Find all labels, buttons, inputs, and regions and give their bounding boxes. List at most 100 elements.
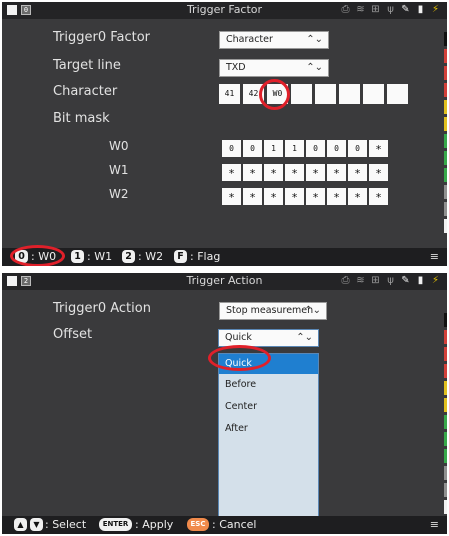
- offset-dropdown-list: Quick Before Center After: [218, 353, 319, 524]
- highlight-ring: [259, 79, 290, 110]
- sidebar-color-marker: [444, 134, 447, 148]
- bit-mask-label: Bit mask: [53, 111, 110, 126]
- bit-cell[interactable]: *: [264, 188, 283, 205]
- action-select[interactable]: Stop measuremen ⌃⌄: [219, 302, 327, 320]
- usb-icon: ψ: [387, 4, 394, 15]
- trigger-action-screen: 2 Trigger Action ⎙ ≋ ⊞ ψ ✎ ▮ ⚡ Trigger0 …: [2, 273, 447, 534]
- network-icon: ⊞: [371, 275, 380, 286]
- character-cell[interactable]: [363, 84, 384, 104]
- select-hint: : Select: [45, 518, 87, 531]
- sidebar-color-marker: [444, 381, 447, 395]
- character-cell[interactable]: [315, 84, 336, 104]
- key-f-button[interactable]: F: [174, 250, 187, 263]
- key-1-button[interactable]: 1: [71, 250, 84, 263]
- option-before[interactable]: Before: [225, 379, 256, 390]
- bitmask-row-label: W1: [109, 163, 129, 177]
- bit-cell[interactable]: *: [243, 188, 262, 205]
- action-select-value: Stop measuremen: [226, 305, 314, 316]
- wifi-icon: ≋: [356, 275, 365, 286]
- pen-icon: ✎: [401, 4, 410, 15]
- character-cell[interactable]: [387, 84, 408, 104]
- sidebar-color-marker: [444, 219, 447, 233]
- factor-select[interactable]: Character ⌃⌄: [219, 31, 329, 49]
- option-center[interactable]: Center: [225, 401, 257, 412]
- bit-cell[interactable]: 0: [243, 140, 262, 157]
- highlight-ring: [208, 345, 271, 371]
- character-cell[interactable]: [291, 84, 312, 104]
- menu-icon[interactable]: ≡: [430, 518, 439, 531]
- bit-cell[interactable]: 1: [285, 140, 304, 157]
- bit-cell[interactable]: 0: [306, 140, 325, 157]
- esc-key[interactable]: ESC: [187, 518, 209, 531]
- chevron-updown-icon: ⌃⌄: [306, 34, 323, 45]
- target-line-select[interactable]: TXD ⌃⌄: [219, 59, 329, 77]
- offset-select-value: Quick: [225, 332, 252, 343]
- sidebar-color-marker: [444, 330, 447, 344]
- bit-cell[interactable]: *: [222, 188, 241, 205]
- title-bar: 0 Trigger Factor ⎙ ≋ ⊞ ψ ✎ ▮ ⚡: [2, 2, 447, 19]
- sidebar-color-marker: [444, 49, 447, 63]
- network-icon: ⊞: [371, 4, 380, 15]
- sidebar-color-marker: [444, 398, 447, 412]
- sidebar-color-marker: [444, 100, 447, 114]
- factor-label: Trigger0 Factor: [53, 30, 151, 45]
- sidebar-color-marker: [444, 202, 447, 216]
- factor-select-value: Character: [226, 34, 273, 45]
- battery-icon: ⚡: [431, 275, 440, 286]
- highlight-ring: [10, 245, 65, 266]
- bitmask-row-label: W0: [109, 139, 129, 153]
- sidebar-color-marker: [444, 185, 447, 199]
- sidebar-color-marker: [444, 415, 447, 429]
- target-line-label: Target line: [53, 58, 121, 73]
- color-sidebar: [444, 32, 447, 236]
- sd-card-icon: ▮: [417, 275, 424, 286]
- character-cell[interactable]: 41: [219, 84, 240, 104]
- menu-icon[interactable]: ≡: [430, 250, 439, 263]
- sidebar-color-marker: [444, 432, 447, 446]
- bit-cell[interactable]: 0: [327, 140, 346, 157]
- sidebar-color-marker: [444, 500, 447, 514]
- option-after[interactable]: After: [225, 423, 248, 434]
- trigger-factor-screen: 0 Trigger Factor ⎙ ≋ ⊞ ψ ✎ ▮ ⚡ Trigger0 …: [2, 2, 447, 266]
- bit-cell[interactable]: *: [285, 164, 304, 181]
- sidebar-color-marker: [444, 449, 447, 463]
- action-label: Trigger0 Action: [53, 301, 151, 316]
- enter-key[interactable]: ENTER: [99, 518, 132, 531]
- bitmask-row-w1: * * * * * * * *: [222, 164, 388, 181]
- bit-cell[interactable]: *: [369, 164, 388, 181]
- printer-icon: ⎙: [341, 275, 350, 286]
- wifi-icon: ≋: [356, 4, 365, 15]
- bitmask-row-w2: * * * * * * * *: [222, 188, 388, 205]
- up-arrow-key[interactable]: ▲: [14, 518, 27, 531]
- bit-cell[interactable]: *: [264, 164, 283, 181]
- sd-card-icon: ▮: [417, 4, 424, 15]
- bit-cell[interactable]: *: [306, 164, 325, 181]
- bit-cell[interactable]: 0: [348, 140, 367, 157]
- sidebar-color-marker: [444, 151, 447, 165]
- key-hint-bar: 0 : W0 1 : W1 2 : W2 F : Flag ≡: [2, 248, 447, 266]
- printer-icon: ⎙: [341, 4, 350, 15]
- character-cell[interactable]: [339, 84, 360, 104]
- chevron-updown-icon: ⌃⌄: [296, 332, 313, 343]
- bit-cell[interactable]: *: [327, 188, 346, 205]
- bit-cell[interactable]: *: [306, 188, 325, 205]
- key-1-hint: : W1: [87, 250, 113, 263]
- bit-cell[interactable]: 0: [222, 140, 241, 157]
- key-2-button[interactable]: 2: [122, 250, 135, 263]
- sidebar-color-marker: [444, 483, 447, 497]
- bit-cell[interactable]: *: [222, 164, 241, 181]
- bit-cell[interactable]: *: [369, 188, 388, 205]
- bit-cell[interactable]: *: [243, 164, 262, 181]
- bit-cell[interactable]: 1: [264, 140, 283, 157]
- offset-label: Offset: [53, 327, 93, 342]
- bit-cell[interactable]: *: [348, 164, 367, 181]
- bit-cell[interactable]: *: [285, 188, 304, 205]
- key-2-hint: : W2: [138, 250, 164, 263]
- chevron-updown-icon: ⌃⌄: [306, 62, 323, 73]
- bit-cell[interactable]: *: [327, 164, 346, 181]
- sidebar-color-marker: [444, 32, 447, 46]
- down-arrow-key[interactable]: ▼: [30, 518, 43, 531]
- bit-cell[interactable]: *: [369, 140, 388, 157]
- bit-cell[interactable]: *: [348, 188, 367, 205]
- character-cells: 41 42 W0: [219, 84, 408, 104]
